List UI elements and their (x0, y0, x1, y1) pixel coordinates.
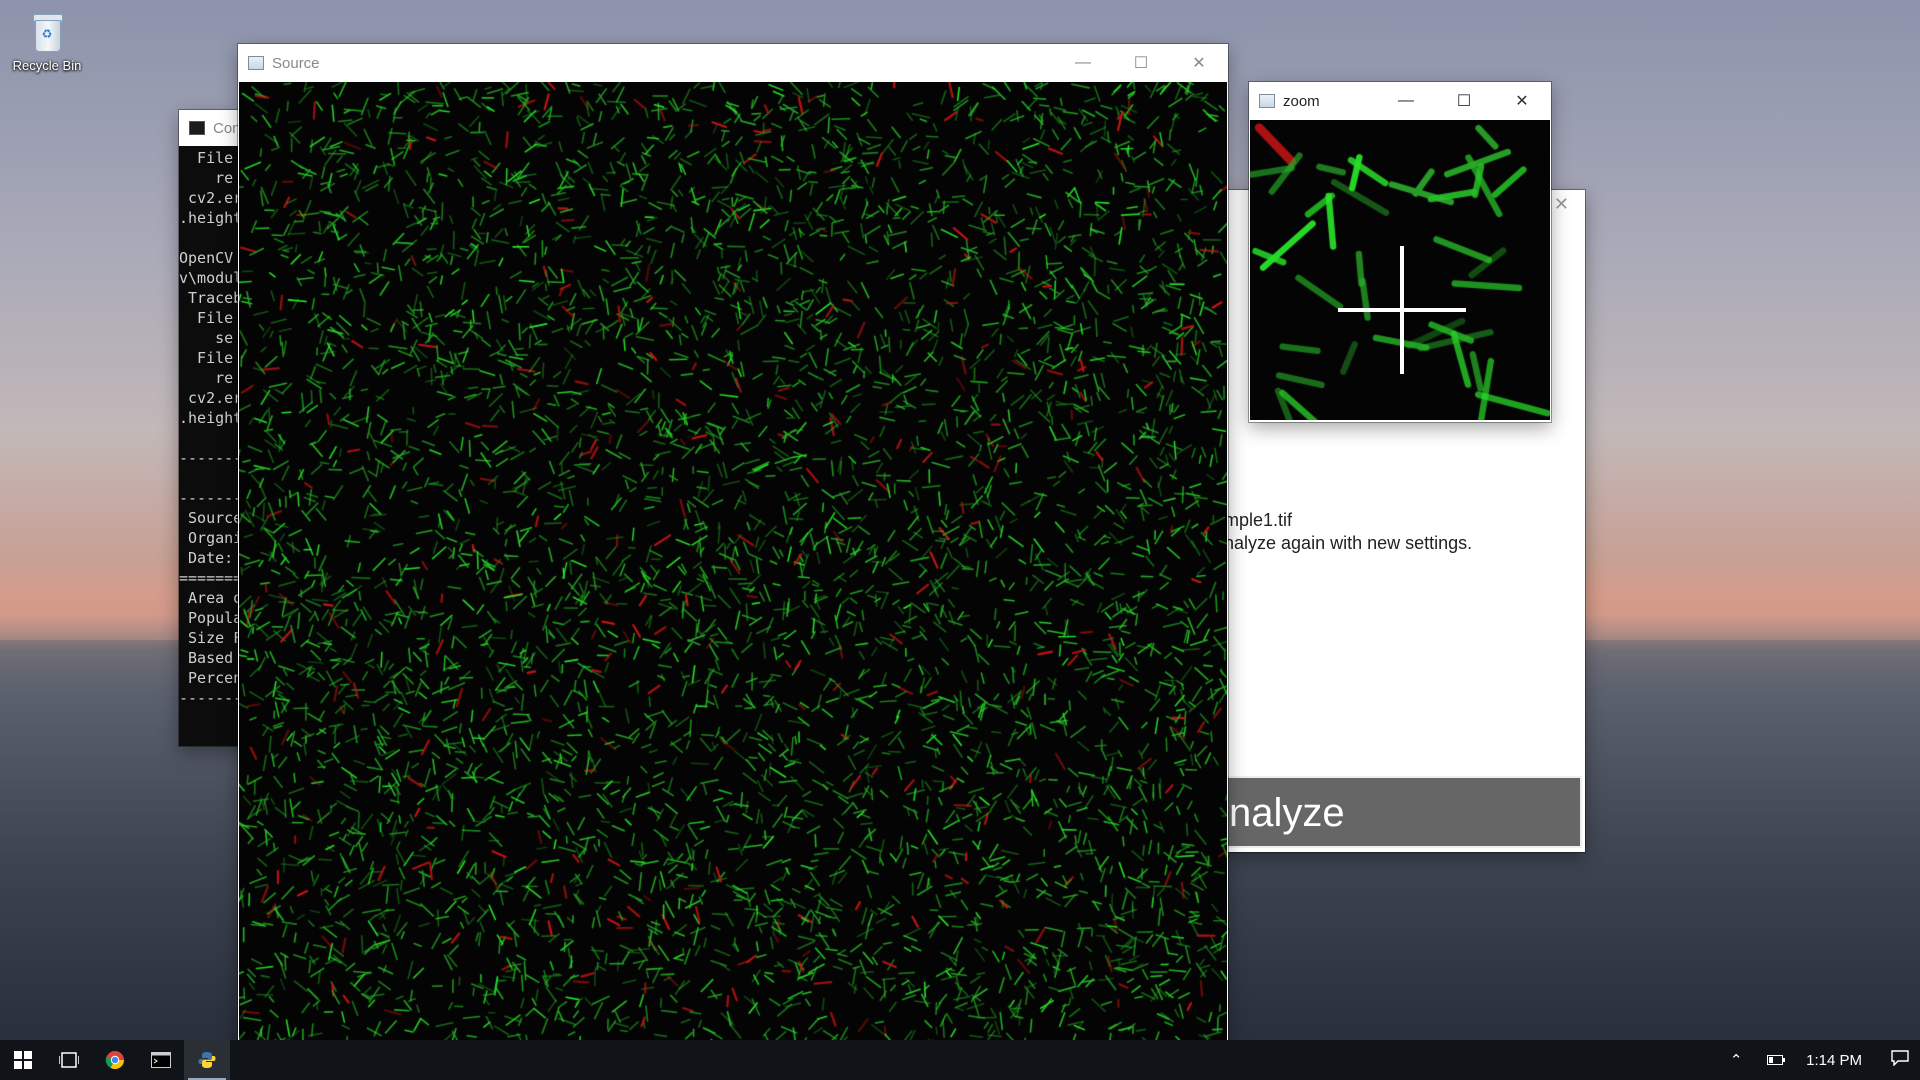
recycle-bin-icon: ♻ (27, 8, 67, 54)
python-button[interactable] (184, 1040, 230, 1080)
cmd-icon (151, 1052, 171, 1068)
minimize-button[interactable]: — (1054, 44, 1112, 82)
close-button[interactable]: ✕ (1170, 44, 1228, 82)
recycle-bin-shortcut[interactable]: ♻ Recycle Bin (6, 8, 88, 73)
source-image-view[interactable] (239, 82, 1227, 1044)
start-button[interactable] (0, 1040, 46, 1080)
source-window[interactable]: Source — ☐ ✕ (238, 44, 1228, 1044)
chrome-icon (105, 1051, 124, 1070)
task-view-button[interactable] (46, 1040, 92, 1080)
windows-logo-icon (14, 1051, 32, 1069)
chevron-up-icon[interactable]: ⌃ (1716, 1051, 1756, 1069)
zoom-titlebar[interactable]: zoom — ☐ ✕ (1249, 82, 1551, 120)
microscopy-image[interactable] (239, 82, 1227, 1044)
analyze-button[interactable]: nalyze (1215, 776, 1582, 848)
taskbar: ⌃ 1:14 PM (0, 1040, 1920, 1080)
recycle-bin-label: Recycle Bin (12, 58, 82, 73)
chrome-button[interactable] (92, 1040, 138, 1080)
analyzer-info-label: nalyze again with new settings. (1224, 533, 1473, 553)
minimize-button[interactable]: — (1377, 82, 1435, 120)
analyzer-close-icon[interactable]: ✕ (1554, 194, 1569, 215)
battery-icon[interactable] (1756, 1052, 1796, 1069)
notifications-icon[interactable] (1880, 1050, 1920, 1070)
source-titlebar[interactable]: Source — ☐ ✕ (238, 44, 1228, 82)
window-app-icon (1259, 94, 1275, 108)
zoom-window[interactable]: zoom — ☐ ✕ (1249, 82, 1551, 422)
maximize-button[interactable]: ☐ (1435, 82, 1493, 120)
close-button[interactable]: ✕ (1493, 82, 1551, 120)
python-icon (198, 1052, 216, 1068)
console-title: Con (213, 119, 241, 137)
crosshair-vertical (1400, 246, 1404, 374)
zoom-image-view[interactable] (1250, 120, 1550, 420)
cmd-icon (189, 121, 205, 135)
analyzer-file-label: mple1.tif (1224, 510, 1293, 530)
source-title: Source (272, 54, 320, 72)
console-button[interactable] (138, 1040, 184, 1080)
task-view-icon (59, 1052, 79, 1068)
zoom-title: zoom (1283, 92, 1320, 110)
clock[interactable]: 1:14 PM (1806, 1052, 1862, 1069)
maximize-button[interactable]: ☐ (1112, 44, 1170, 82)
window-app-icon (248, 56, 264, 70)
